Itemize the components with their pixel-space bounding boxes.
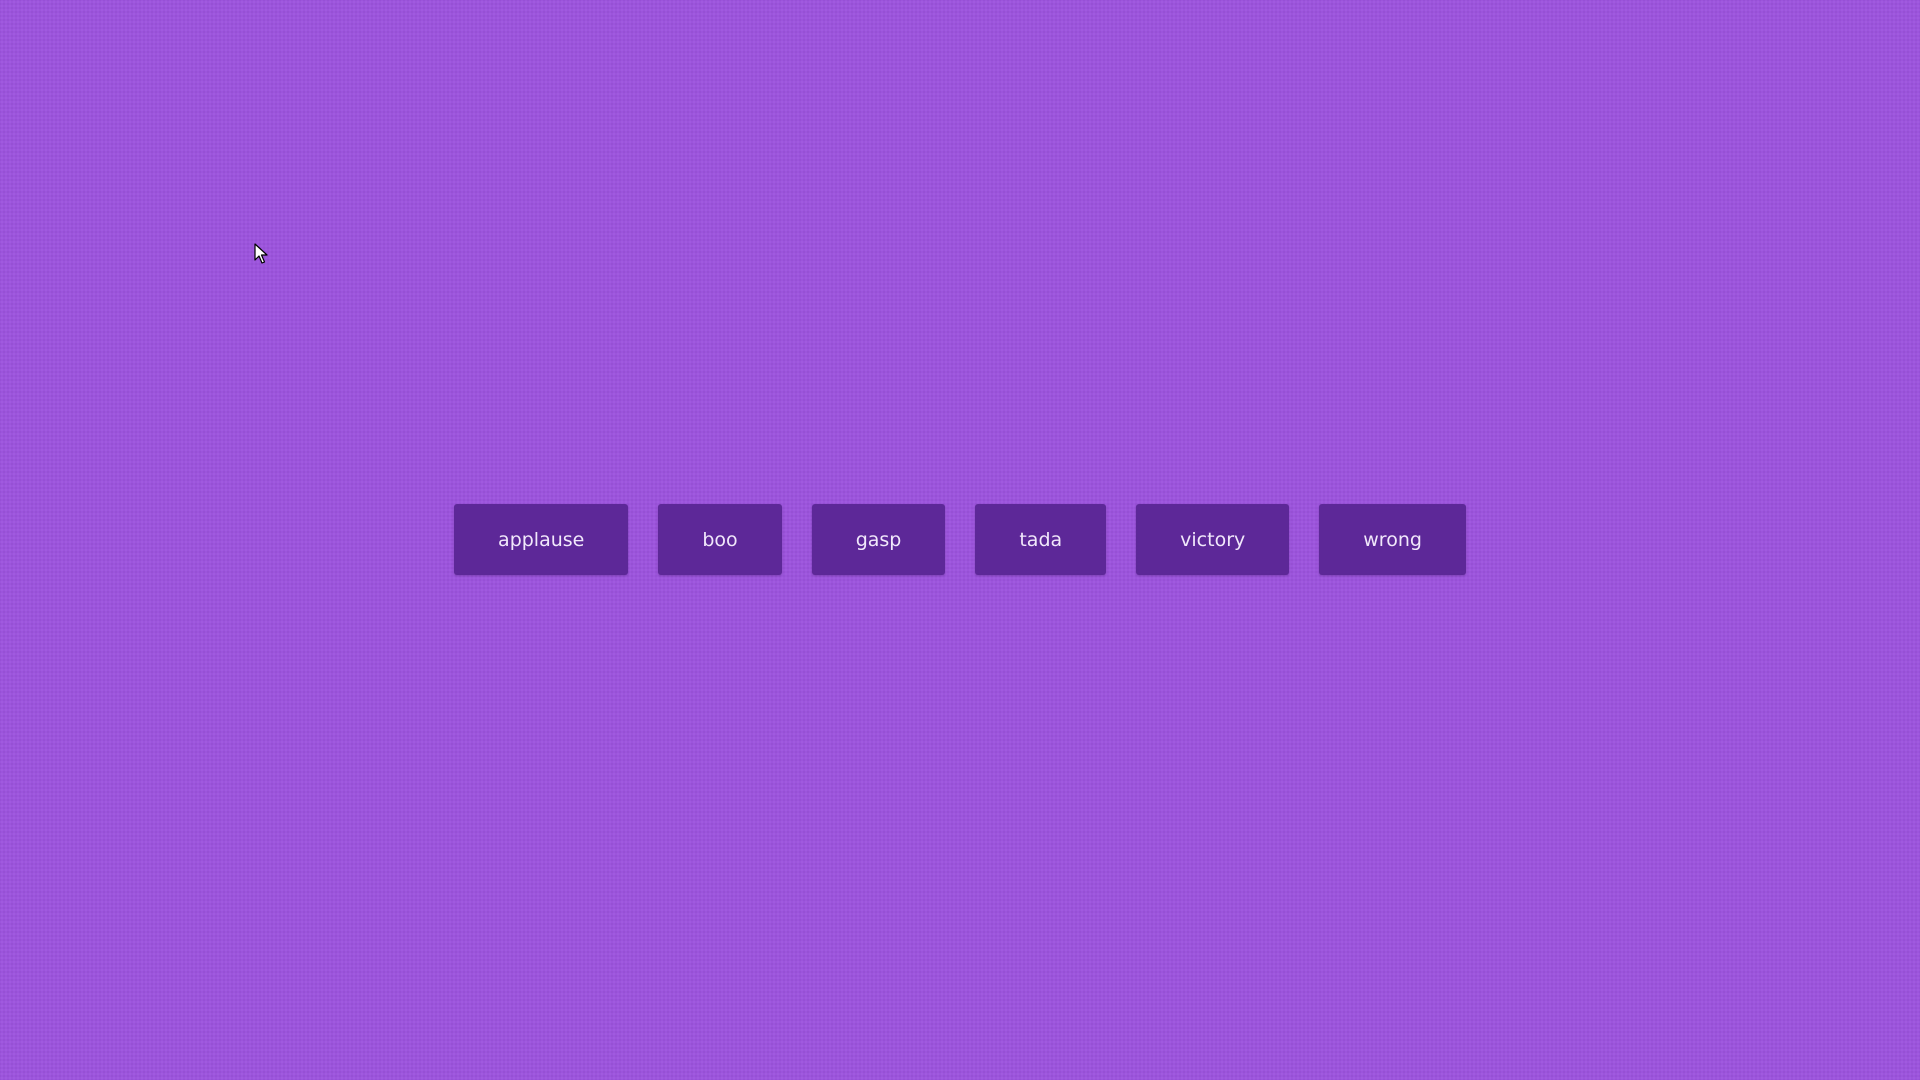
page: { "colors": { "background": "#9c54dc", "… [0, 0, 1920, 1080]
boo-button[interactable]: boo [658, 504, 782, 575]
gasp-button[interactable]: gasp [811, 504, 946, 575]
sound-button-row: applause boo gasp tada victory wrong [0, 504, 1920, 575]
applause-button[interactable]: applause [454, 504, 629, 575]
wrong-button[interactable]: wrong [1319, 504, 1466, 575]
victory-button[interactable]: victory [1136, 504, 1290, 575]
tada-button[interactable]: tada [975, 504, 1107, 575]
mouse-pointer-icon [254, 243, 268, 264]
